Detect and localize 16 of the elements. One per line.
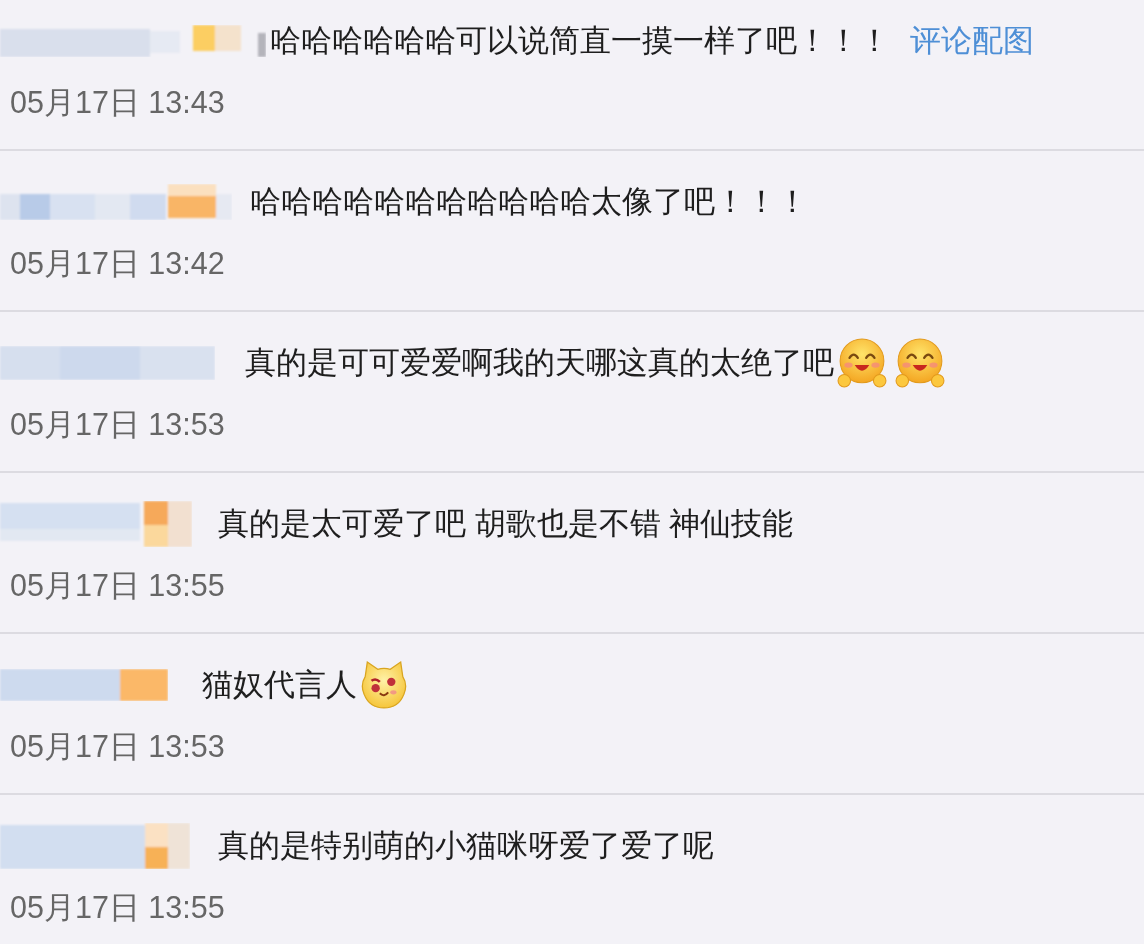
comment-text: 真的是特别萌的小猫咪呀爱了爱了呢 xyxy=(218,827,714,865)
comment-timestamp: 05月17日 13:55 xyxy=(10,889,225,926)
comment-timestamp: 05月17日 13:55 xyxy=(10,567,225,604)
comment-text: 哈哈哈哈哈哈哈哈哈哈哈太像了吧！！！ xyxy=(250,183,808,221)
comment-timestamp: 05月17日 13:53 xyxy=(10,406,225,443)
comment-timestamp: 05月17日 13:42 xyxy=(10,245,225,282)
grinning-face-icon xyxy=(895,338,945,388)
comment-image-link[interactable]: 评论配图 xyxy=(910,18,1034,64)
comment-text: 真的是太可爱了吧 胡歌也是不错 神仙技能 xyxy=(218,505,794,543)
comment-timestamp: 05月17日 13:53 xyxy=(10,728,225,765)
grinning-face-icon xyxy=(837,338,887,388)
comment-text: 哈哈哈哈哈哈可以说简直一摸一样了吧！！！ xyxy=(270,22,890,60)
comment-text: 猫奴代言人 xyxy=(202,666,357,704)
comment-text: 真的是可可爱爱啊我的天哪这真的太绝了吧 xyxy=(245,344,834,382)
cat-face-icon xyxy=(360,661,408,709)
comment-timestamp: 05月17日 13:43 xyxy=(10,84,225,121)
